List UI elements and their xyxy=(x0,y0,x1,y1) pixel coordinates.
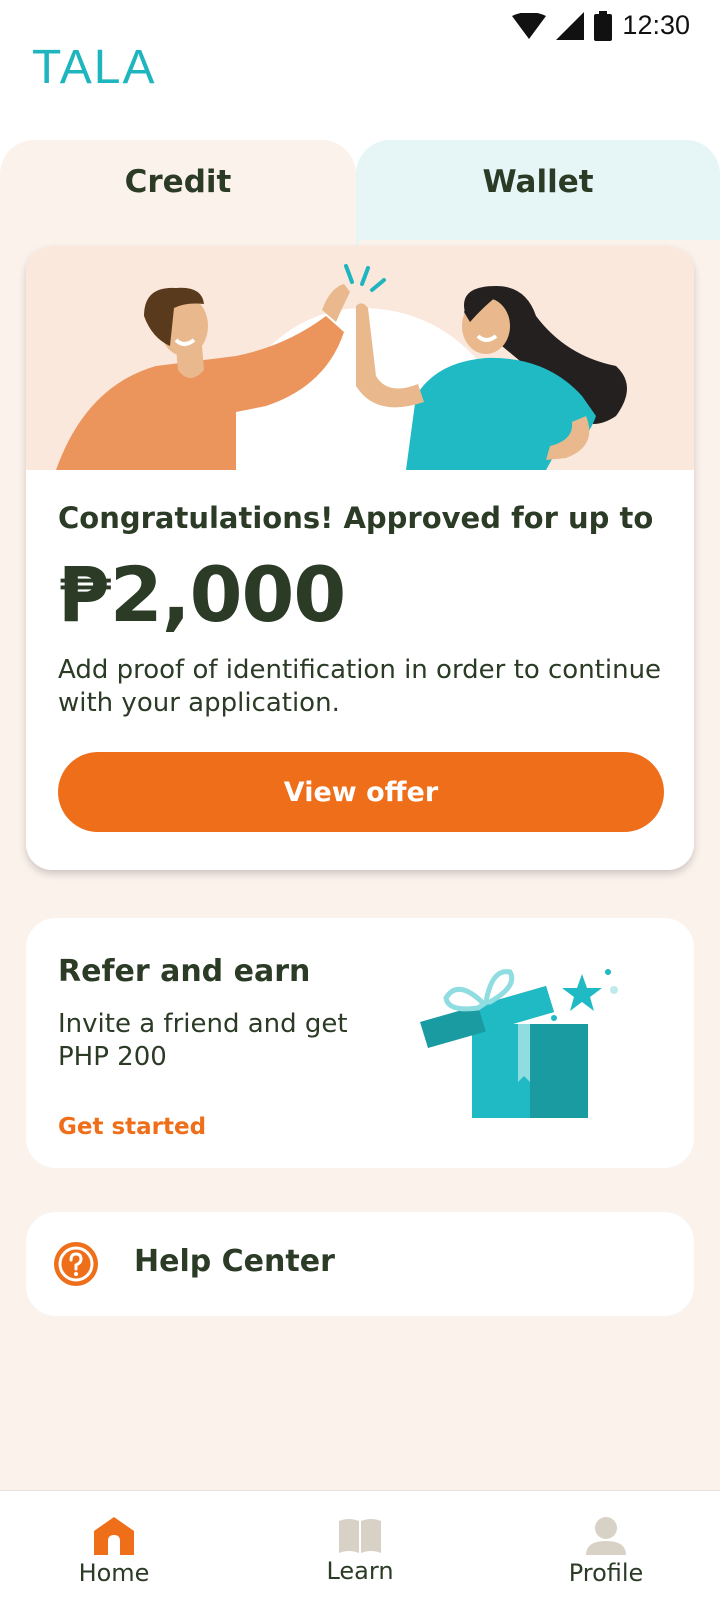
offer-card: Congratulations! Approved for up to ₱2,0… xyxy=(26,246,694,870)
nav-item-profile[interactable]: Profile xyxy=(506,1491,706,1600)
signal-icon xyxy=(556,11,585,40)
book-icon xyxy=(339,1519,381,1553)
offer-headline: Congratulations! Approved for up to xyxy=(58,501,654,535)
nav-item-home[interactable]: Home xyxy=(14,1491,214,1600)
nav-label-learn: Learn xyxy=(326,1557,394,1585)
question-circle-icon xyxy=(54,1242,98,1286)
get-started-link[interactable]: Get started xyxy=(58,1114,206,1140)
refer-card: Refer and earn Invite a friend and get P… xyxy=(26,918,694,1168)
home-icon xyxy=(94,1517,134,1555)
person-icon xyxy=(586,1517,626,1555)
offer-body: Congratulations! Approved for up to ₱2,0… xyxy=(58,500,668,720)
nav-label-home: Home xyxy=(78,1559,150,1587)
status-icons: 12:30 xyxy=(512,10,690,41)
status-time: 12:30 xyxy=(622,10,690,40)
tala-logo: TALA xyxy=(32,41,157,94)
bottom-nav: Home Learn Profile xyxy=(0,1490,720,1600)
nav-label-profile: Profile xyxy=(568,1559,644,1587)
offer-message: Add proof of identification in order to … xyxy=(58,655,662,718)
help-center-card[interactable]: Help Center xyxy=(26,1212,694,1316)
view-offer-button[interactable]: View offer xyxy=(58,752,664,832)
high-five-illustration xyxy=(26,246,694,470)
nav-item-learn[interactable]: Learn xyxy=(260,1491,460,1600)
help-center-label: Help Center xyxy=(134,1244,335,1279)
battery-icon xyxy=(594,10,613,41)
wifi-icon xyxy=(512,12,547,39)
refer-description: Invite a friend and get PHP 200 xyxy=(58,1009,348,1072)
offer-amount: ₱2,000 xyxy=(58,550,346,639)
tab-wallet[interactable]: Wallet xyxy=(356,140,720,240)
tab-credit[interactable]: Credit xyxy=(0,140,356,240)
gift-box-illustration xyxy=(420,969,618,1118)
refer-title: Refer and earn xyxy=(58,954,311,989)
